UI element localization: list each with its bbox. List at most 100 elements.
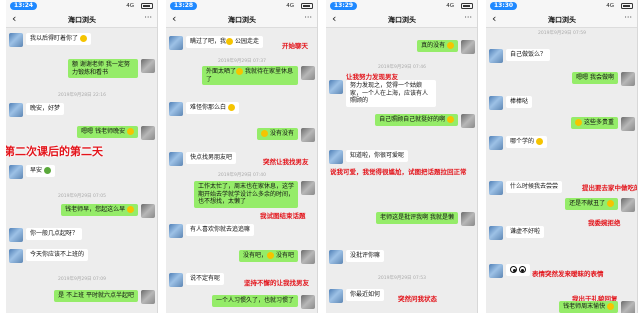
message-bubble[interactable]: 说不定有呢 [186,273,225,285]
more-options-icon[interactable]: ··· [624,13,632,22]
annotation-text: 突然问我状态 [398,295,437,303]
avatar[interactable] [301,250,315,264]
avatar[interactable] [301,295,315,309]
message-bubble[interactable]: 努力发现之，觉得一个姑娘家，一个人在上海，应该有人照顾的 [346,80,436,107]
message-bubble[interactable]: 自己做饭么？ [506,49,551,61]
avatar[interactable] [621,301,635,313]
status-time: 13:30 [490,2,518,10]
timestamp: 2019年9月29日 07:37 [218,59,266,64]
annotation-text: 坚持不懈的让我找男友 [244,279,309,287]
more-options-icon[interactable]: ··· [304,13,312,22]
avatar[interactable] [169,273,183,287]
message-bubble[interactable]: 你最近如何 [346,289,385,301]
avatar[interactable] [9,249,23,263]
more-options-icon[interactable]: ··· [144,13,152,22]
avatar[interactable] [489,96,503,110]
message-bubble[interactable]: 一个人习惯久了，也就习惯了 [211,295,298,307]
battery-icon [461,3,473,9]
message-bubble[interactable]: 额 谢谢老师 我一定努力锻炼和看书 [68,59,138,78]
timestamp: 2019年9月28日 22:16 [58,93,106,98]
annotation-text: 我试图结束话题 [260,212,306,220]
avatar[interactable] [141,126,155,140]
avatar[interactable] [489,136,503,150]
smile-sticker-icon [447,116,454,123]
message-bubble[interactable]: 嗯嗯 我会做啊 [572,72,618,84]
message-bubble[interactable]: 外面太晒了 我就待在家里休息了 [202,66,298,85]
message-bubble[interactable]: 这些多贵重 [571,117,618,129]
avatar[interactable] [489,49,503,63]
avatar[interactable] [9,33,23,47]
avatar[interactable] [461,40,475,54]
message-bubble[interactable]: 自己照顾自己就挺好的啊 [375,114,458,126]
message-bubble[interactable]: 钱老师早，您起这么早 [61,204,138,216]
message-bubble[interactable]: 我以后得盯着你了 [26,33,91,45]
message-bubble[interactable] [506,264,530,276]
message-bubble[interactable]: 有人喜欢你就去追追嘛 [186,224,255,236]
message-bubble[interactable]: 没有没有 [257,128,298,140]
more-options-icon[interactable]: ··· [464,13,472,22]
message-outgoing: 工作太忙了，周末也在家休息，这学期开始去学就学设计么多余的时间，也不想找，太懒了 [166,181,317,213]
message-bubble[interactable]: 你一般几点起呀？ [26,228,83,240]
avatar[interactable] [9,165,23,179]
message-bubble[interactable]: 还是不献丑了 [565,198,618,210]
message-bubble[interactable]: 是 不上班 平时就六点半起吧 [54,290,138,302]
eyes-emoji-icon [518,266,526,273]
message-incoming: 棒棒哒 [486,96,637,110]
smile-sticker-icon [127,206,134,213]
message-bubble[interactable]: 没批评你嘛 [346,250,385,262]
message-bubble[interactable]: 钱老师周末愉快 [559,301,618,313]
avatar[interactable] [329,80,343,94]
avatar[interactable] [169,152,183,166]
avatar[interactable] [9,228,23,242]
avatar[interactable] [169,36,183,50]
avatar[interactable] [489,226,503,240]
message-bubble[interactable]: 晚安，好梦 [26,103,65,115]
message-bubble[interactable]: 瞒过了吧，我 公园走走 [186,36,263,48]
avatar[interactable] [141,290,155,304]
message-bubble[interactable]: 快点找男朋友吧 [186,152,237,164]
annotation-text: 第二次课后的第二天 [6,145,103,158]
avatar[interactable] [141,204,155,218]
avatar[interactable] [489,181,503,195]
avatar[interactable] [621,117,635,131]
avatar[interactable] [301,181,315,195]
avatar[interactable] [621,72,635,86]
message-bubble[interactable]: 真的没有 [417,40,458,52]
avatar[interactable] [461,212,475,226]
message-bubble[interactable]: 工作太忙了，周末也在家休息，这学期开始去学就学设计么多余的时间，也不想找，太懒了 [194,181,298,208]
message-bubble[interactable]: 今天你应该不上班的 [26,249,89,261]
timestamp: 2019年9月29日 07:05 [58,194,106,199]
avatar[interactable] [329,150,343,164]
message-bubble[interactable]: 难怪你那么白 [186,102,239,114]
message-bubble[interactable]: 嗯嗯 钱老师晚安 [77,126,138,138]
smile-sticker-icon [261,130,269,137]
message-bubble[interactable]: 棒棒哒 [506,96,533,108]
avatar[interactable] [329,289,343,303]
avatar[interactable] [301,128,315,142]
message-bubble[interactable]: 谦虚不好啦 [506,226,545,238]
message-outgoing: 真的没有 [326,40,477,54]
annotation-text: 提出要去家中做吃的 [582,184,638,192]
avatar[interactable] [489,264,503,278]
avatar[interactable] [141,59,155,73]
avatar[interactable] [9,103,23,117]
message-outgoing: 钱老师早，您起这么早 [6,204,157,218]
message-incoming: 没批评你嘛 [326,250,477,264]
message-bubble[interactable]: 早安 [26,165,55,177]
message-outgoing: 钱老师周末愉快 [486,301,637,313]
eyes-emoji-icon [510,266,517,273]
message-bubble[interactable]: 老师这是批评我啊 我就是懒 [376,212,458,224]
message-bubble[interactable]: 什么时候我去尝尝 [506,181,563,193]
chat-header: ‹ 海口浏头 ··· [486,11,637,28]
avatar[interactable] [329,250,343,264]
chat-title: 海口浏头 [228,16,256,24]
avatar[interactable] [621,198,635,212]
avatar[interactable] [169,102,183,116]
network-indicator: 4G [606,3,614,9]
avatar[interactable] [461,114,475,128]
message-bubble[interactable]: 没有吧， 没有吧 [239,250,298,262]
avatar[interactable] [169,224,183,238]
avatar[interactable] [301,66,315,80]
message-bubble[interactable]: 哪个学的 [506,136,547,148]
message-bubble[interactable]: 知道啦，你很可爱呢 [346,150,409,162]
